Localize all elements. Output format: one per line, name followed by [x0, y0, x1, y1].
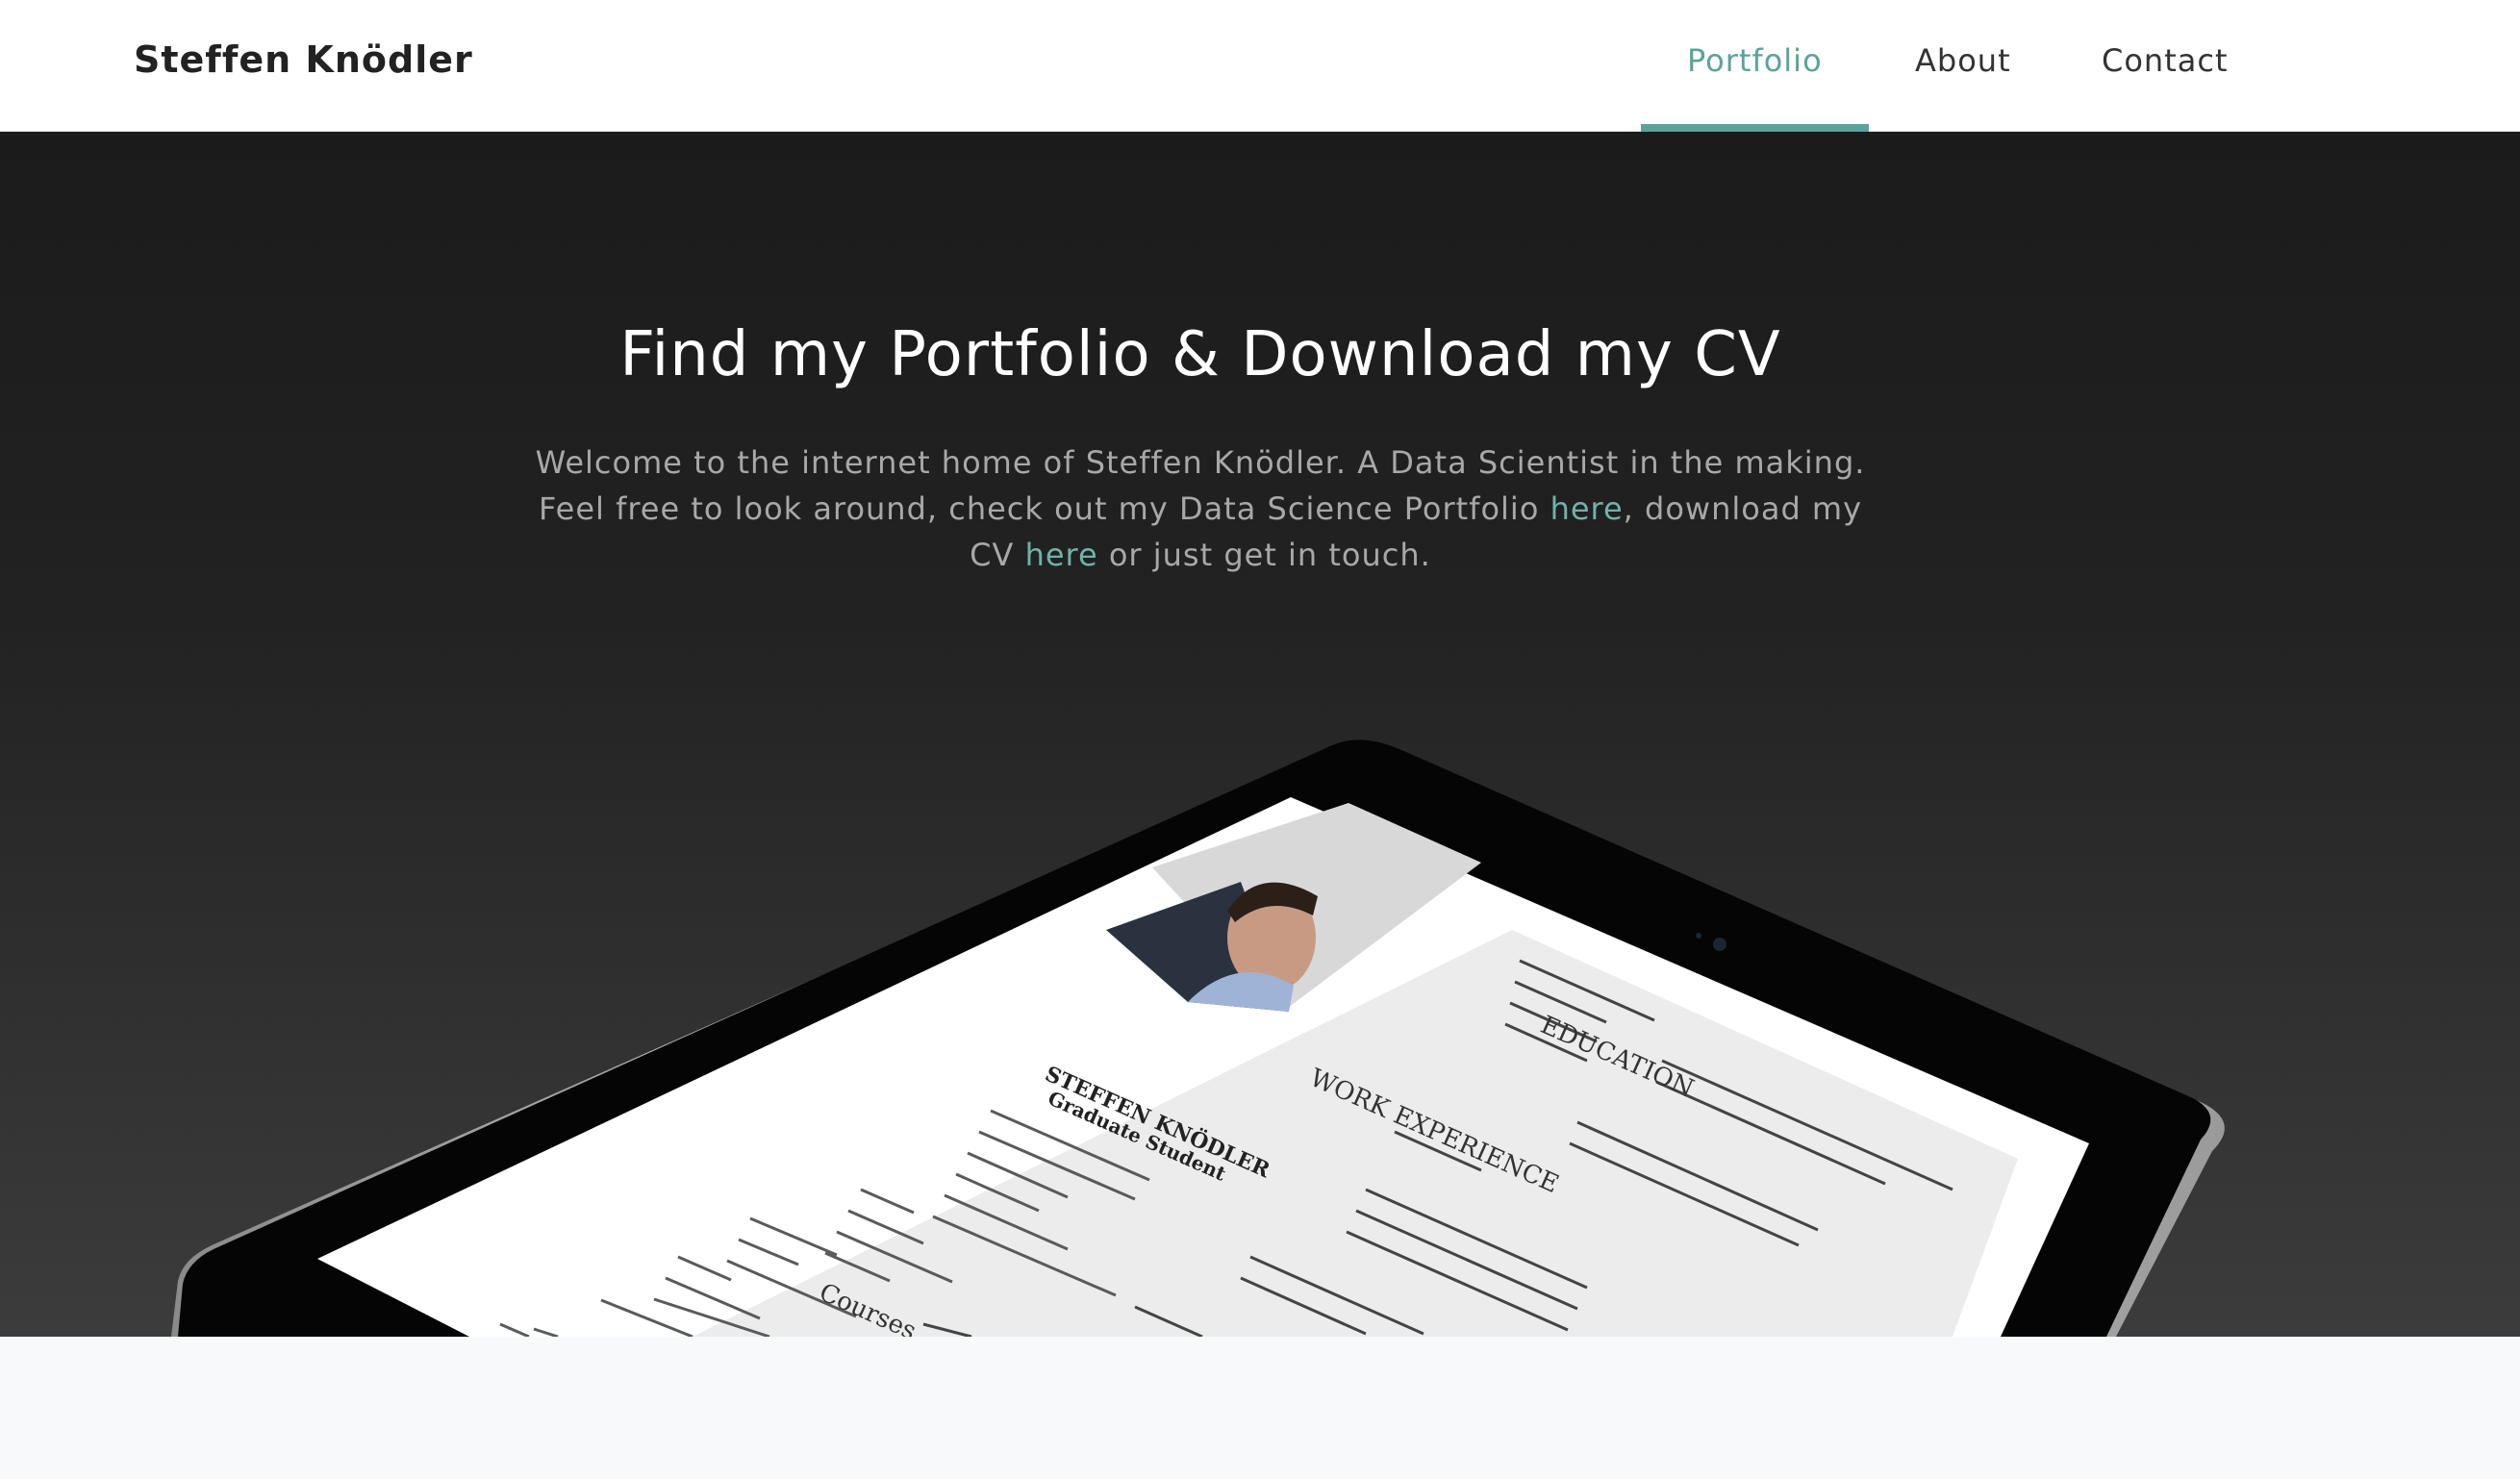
nav-item-contact[interactable]: Contact [2102, 42, 2229, 79]
hero-title: Find my Portfolio & Download my CV [619, 319, 1781, 390]
content-section [0, 1337, 2520, 1479]
navbar: Steffen Knödler Portfolio About Contact [0, 0, 2520, 132]
tablet-camera [1713, 938, 1726, 951]
portfolio-link[interactable]: here [1550, 490, 1624, 527]
hero-section: STEFFEN KNÖDLER Graduate Student EDUCATI… [0, 132, 2520, 1337]
brand-logo[interactable]: Steffen Knödler [134, 38, 473, 81]
nav-item-about[interactable]: About [1915, 42, 2011, 79]
hero-intro-text: Welcome to the internet home of Steffen … [535, 444, 1866, 573]
tablet-cv-mockup: STEFFEN KNÖDLER Graduate Student EDUCATI… [171, 740, 2225, 1337]
cv-download-link[interactable]: here [1025, 537, 1098, 573]
nav-item-portfolio[interactable]: Portfolio [1687, 42, 1823, 79]
active-nav-indicator [1641, 124, 1869, 132]
